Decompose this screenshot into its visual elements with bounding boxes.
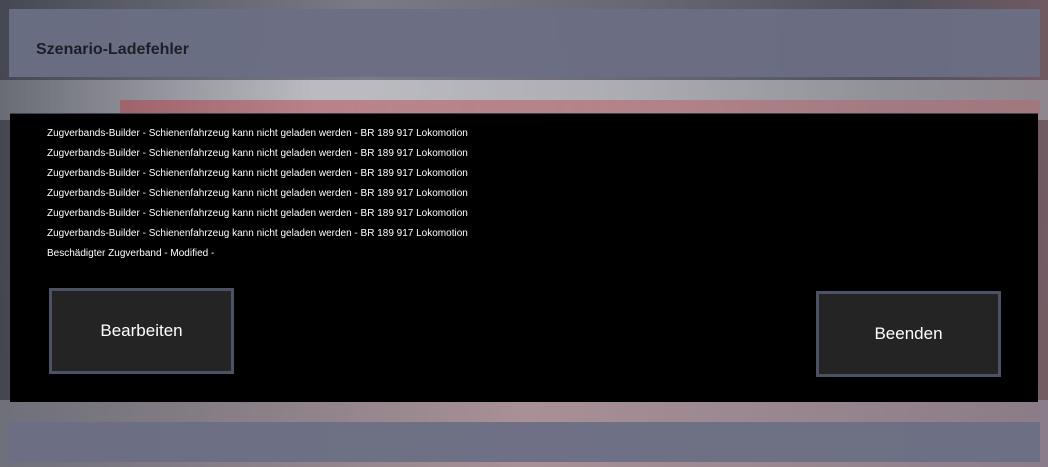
- error-message: Zugverbands-Builder - Schienenfahrzeug k…: [47, 168, 468, 179]
- quit-button[interactable]: Beenden: [816, 291, 1001, 377]
- quit-button-label: Beenden: [874, 324, 943, 343]
- error-message: Zugverbands-Builder - Schienenfahrzeug k…: [47, 228, 468, 239]
- error-message: Zugverbands-Builder - Schienenfahrzeug k…: [47, 148, 468, 159]
- edit-button-label: Bearbeiten: [100, 321, 183, 340]
- error-message: Zugverbands-Builder - Schienenfahrzeug k…: [47, 208, 468, 219]
- error-panel: Zugverbands-Builder - Schienenfahrzeug k…: [10, 113, 1038, 402]
- dialog-footer-bar: [9, 422, 1040, 462]
- dialog-title-bar: Szenario-Ladefehler: [9, 9, 1040, 77]
- error-message: Zugverbands-Builder - Schienenfahrzeug k…: [47, 128, 468, 139]
- dialog-title: Szenario-Ladefehler: [36, 41, 189, 58]
- error-message-list: Zugverbands-Builder - Schienenfahrzeug k…: [47, 124, 468, 264]
- error-message: Beschädigter Zugverband - Modified -: [47, 248, 215, 259]
- edit-button[interactable]: Bearbeiten: [49, 288, 234, 374]
- error-message: Zugverbands-Builder - Schienenfahrzeug k…: [47, 188, 468, 199]
- background-red-stripe: [120, 100, 1040, 114]
